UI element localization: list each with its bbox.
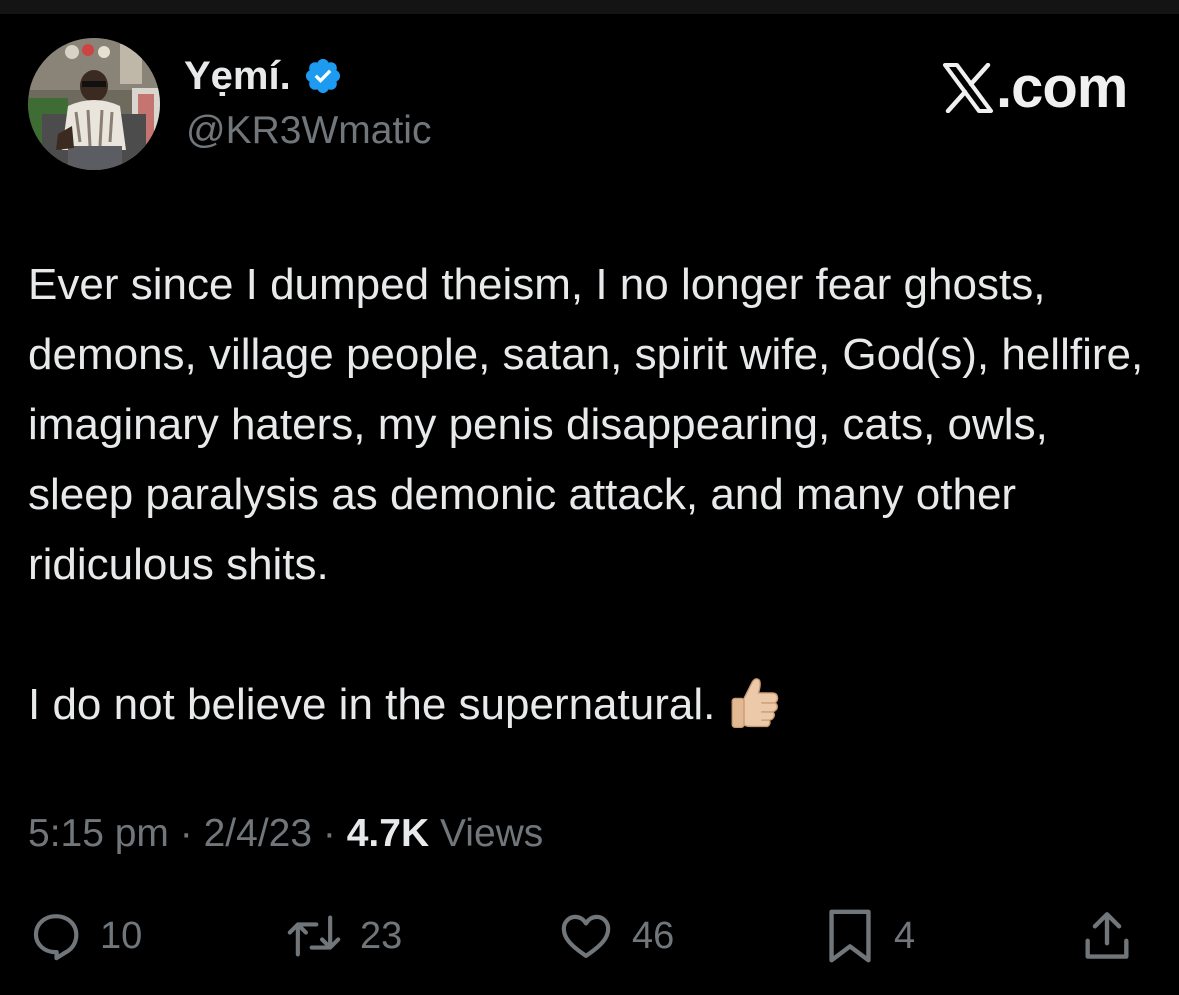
tweet-paragraph: Ever since I dumped theism, I no longer … [28,260,1144,589]
author-name-row: Yẹmí. [184,52,343,100]
repost-count: 23 [360,914,403,957]
repost-button[interactable]: 23 [284,904,402,968]
display-name[interactable]: Yẹmí. [184,52,291,100]
like-button[interactable]: 46 [556,904,674,968]
tweet-paragraph-closing: I do not believe in the supernatural. [28,670,1158,740]
top-edge-bar [0,0,1179,14]
share-button[interactable] [1078,904,1136,968]
bookmark-count: 4 [894,914,916,957]
like-count: 46 [632,914,675,957]
bookmark-icon [822,906,878,966]
reply-count: 10 [100,914,143,957]
meta-separator: · [179,812,193,855]
thumbs-up-icon [715,678,783,729]
reply-button[interactable]: 10 [28,904,142,968]
action-bar: 10 23 46 4 [0,904,1179,968]
brand-watermark: .com [942,55,1128,120]
tweet-paragraph-text: I do not believe in the supernatural. [28,680,716,729]
views-label: Views [439,812,544,855]
author-handle[interactable]: @KR3Wmatic [186,108,431,154]
heart-icon [556,908,616,964]
meta-separator: · [322,812,336,855]
tweet-text: Ever since I dumped theism, I no longer … [28,250,1158,740]
verified-badge-icon [303,56,343,96]
share-icon [1078,907,1136,965]
tweet-time[interactable]: 5:15 pm [28,812,169,855]
x-logo-icon [942,63,996,113]
reply-icon [28,908,84,964]
tweet-meta: 5:15 pm · 2/4/23 · 4.7K Views [28,810,543,858]
views-count: 4.7K [346,812,430,855]
tweet-date[interactable]: 2/4/23 [204,812,312,855]
repost-icon [284,908,344,964]
brand-text: .com [996,55,1128,120]
avatar[interactable] [28,38,160,170]
bookmark-button[interactable]: 4 [822,904,915,968]
